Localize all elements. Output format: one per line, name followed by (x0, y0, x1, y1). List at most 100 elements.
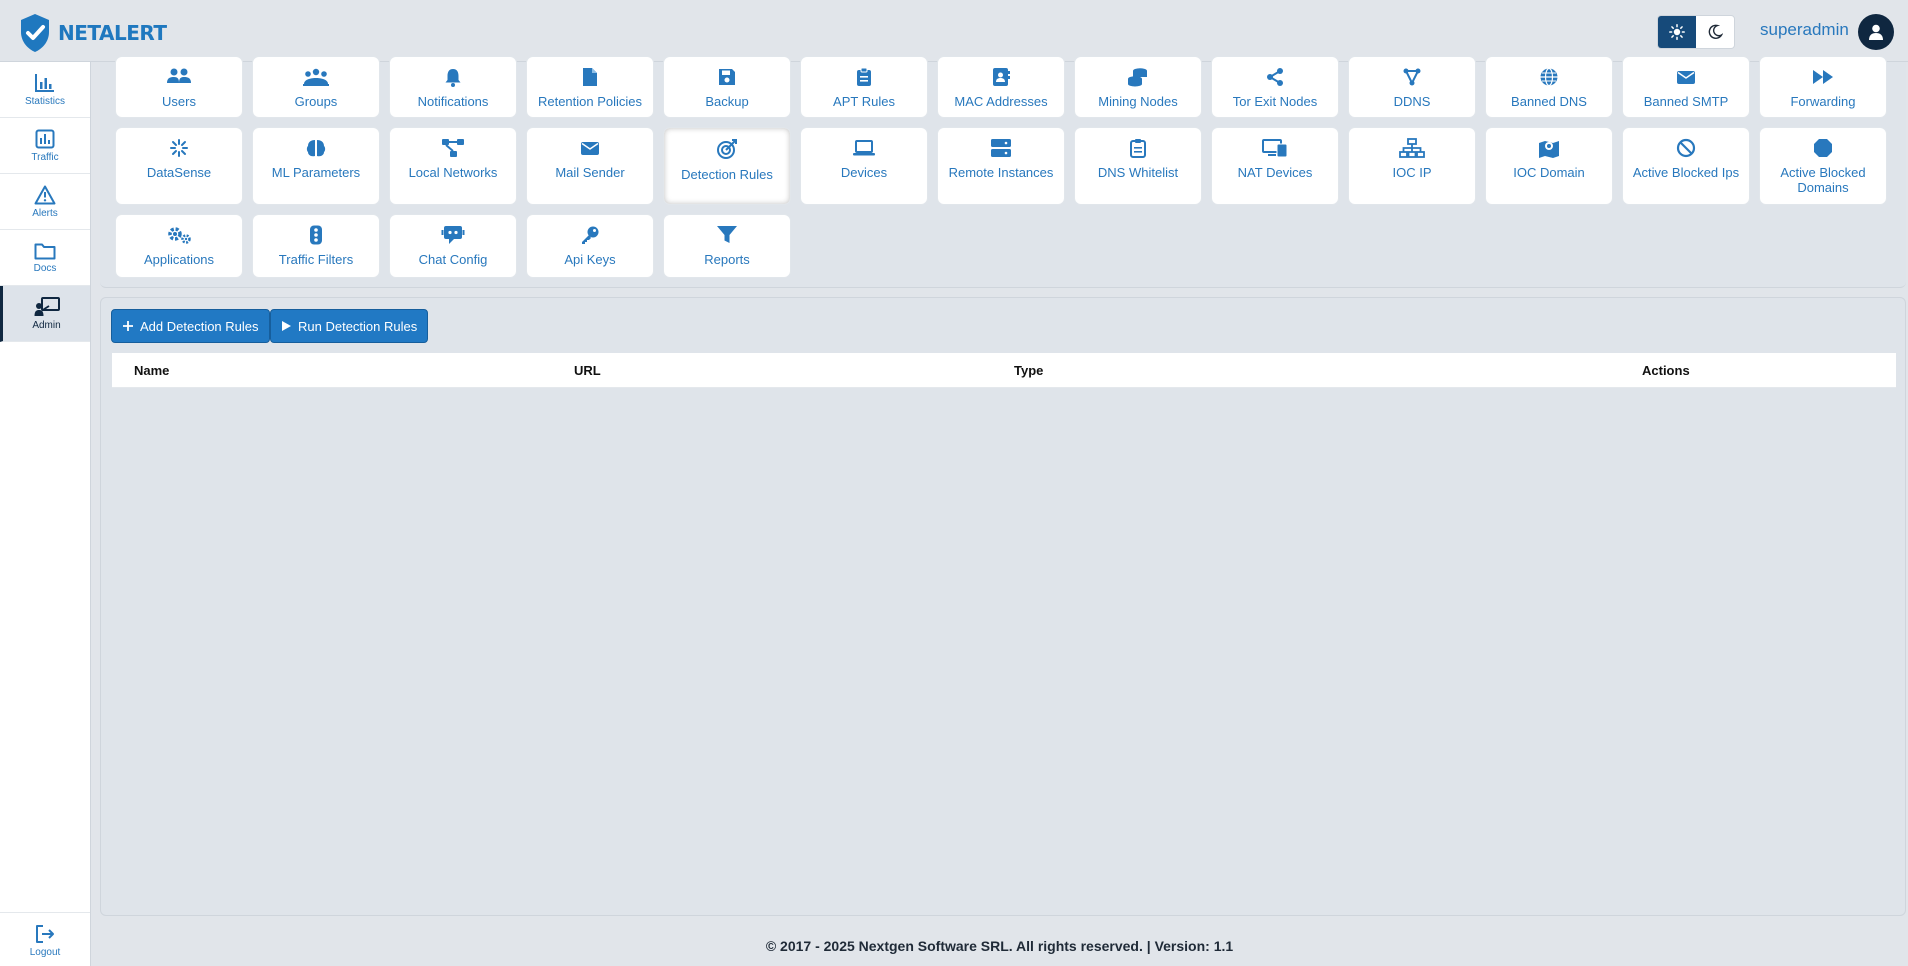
laptop-icon (853, 140, 875, 156)
map-location-icon (1539, 141, 1559, 158)
filter-icon (717, 226, 737, 243)
detection-rules-panel: Add Detection Rules Run Detection Rules … (100, 297, 1906, 916)
tile-remote-instances[interactable]: Remote Instances (937, 127, 1065, 205)
tile-reports[interactable]: Reports (663, 214, 791, 278)
plus-icon (123, 321, 133, 331)
tile-notifications[interactable]: Notifications (389, 56, 517, 118)
clipboard-icon (857, 67, 871, 86)
sidebar-item-label: Statistics (24, 95, 65, 107)
sidebar: Statistics Traffic Alerts Docs Admin Log… (0, 62, 91, 966)
desktop-mobile-icon (1262, 139, 1288, 158)
coins-icon (1128, 68, 1147, 87)
top-header: NETALERT superadmin (0, 0, 1908, 62)
share-nodes-icon (1267, 68, 1283, 86)
sidebar-item-traffic[interactable]: Traffic (0, 118, 90, 174)
tile-tor-exit-nodes[interactable]: Tor Exit Nodes (1211, 56, 1339, 118)
tile-groups[interactable]: Groups (252, 56, 380, 118)
logout-icon (36, 924, 54, 943)
file-icon (583, 68, 597, 86)
tile-apt-rules[interactable]: APT Rules (800, 56, 928, 118)
warning-icon (34, 185, 56, 204)
theme-toggle[interactable] (1657, 15, 1735, 49)
sidebar-item-statistics[interactable]: Statistics (0, 62, 90, 118)
tile-ml-parameters[interactable]: ML Parameters (252, 127, 380, 205)
tile-local-networks[interactable]: Local Networks (389, 127, 517, 205)
stop-octagon-icon (1814, 139, 1832, 157)
column-header-name[interactable]: Name (134, 363, 169, 378)
tile-banned-smtp[interactable]: Banned SMTP (1622, 56, 1750, 118)
tile-ioc-domain[interactable]: IOC Domain (1485, 127, 1613, 205)
run-detection-rules-button[interactable]: Run Detection Rules (270, 309, 429, 343)
user-avatar[interactable] (1858, 14, 1894, 50)
bell-icon (445, 69, 461, 87)
user-icon (1869, 24, 1883, 40)
tile-mail-sender[interactable]: Mail Sender (526, 127, 654, 205)
tile-datasense[interactable]: DataSense (115, 127, 243, 205)
tile-devices[interactable]: Devices (800, 127, 928, 205)
sun-icon (1669, 24, 1685, 40)
column-header-actions[interactable]: Actions (1642, 363, 1690, 378)
username-label[interactable]: superadmin (1760, 20, 1849, 40)
tile-detection-rules[interactable]: Detection Rules (663, 127, 791, 205)
floppy-disk-icon (719, 69, 735, 85)
logo-text: NETALERT (58, 21, 167, 45)
footer-copyright: © 2017 - 2025 Nextgen Software SRL. All … (765, 938, 1234, 954)
bullseye-arrow-icon (717, 139, 737, 159)
tile-ioc-ip[interactable]: IOC IP (1348, 127, 1476, 205)
light-theme-button[interactable] (1658, 16, 1696, 48)
sidebar-item-admin[interactable]: Admin (0, 286, 90, 342)
folder-icon (34, 243, 56, 259)
address-book-icon (993, 68, 1010, 86)
tile-mining-nodes[interactable]: Mining Nodes (1074, 56, 1202, 118)
tile-chat-config[interactable]: Chat Config (389, 214, 517, 278)
tile-active-blocked-ips[interactable]: Active Blocked Ips (1622, 127, 1750, 205)
envelope-icon (581, 142, 599, 155)
column-header-url[interactable]: URL (574, 363, 601, 378)
admin-presentation-icon (34, 296, 60, 316)
dark-theme-button[interactable] (1696, 16, 1734, 48)
play-icon (282, 321, 291, 331)
ban-icon (1676, 138, 1696, 158)
tile-dns-whitelist[interactable]: DNS Whitelist (1074, 127, 1202, 205)
vector-nodes-icon (1403, 68, 1421, 86)
sidebar-item-docs[interactable]: Docs (0, 230, 90, 286)
clipboard-check-icon (1130, 139, 1146, 158)
server-icon (991, 139, 1011, 157)
groups-icon (303, 68, 329, 86)
globe-icon (1540, 67, 1558, 87)
detection-rules-table-header: Name URL Type Actions (112, 353, 1896, 388)
sidebar-item-label: Admin (32, 319, 61, 331)
tile-api-keys[interactable]: Api Keys (526, 214, 654, 278)
sparkle-wand-icon (170, 139, 188, 157)
logout-label: Logout (29, 946, 61, 958)
moon-icon (1708, 24, 1723, 39)
network-wired-icon (1399, 138, 1425, 158)
chart-square-icon (35, 129, 55, 148)
gears-icon (168, 227, 191, 244)
tile-traffic-filters[interactable]: Traffic Filters (252, 214, 380, 278)
chart-bar-icon (35, 73, 54, 92)
shield-check-icon (21, 14, 49, 52)
brain-icon (306, 140, 326, 157)
tile-mac-addresses[interactable]: MAC Addresses (937, 56, 1065, 118)
tile-users[interactable]: Users (115, 56, 243, 118)
users-icon (167, 68, 191, 83)
sidebar-item-label: Alerts (32, 207, 58, 219)
tile-active-blocked-domains[interactable]: Active Blocked Domains (1759, 127, 1887, 205)
tile-nat-devices[interactable]: NAT Devices (1211, 127, 1339, 205)
tile-forwarding[interactable]: Forwarding (1759, 56, 1887, 118)
footer: © 2017 - 2025 Nextgen Software SRL. All … (91, 926, 1908, 966)
tile-retention-policies[interactable]: Retention Policies (526, 56, 654, 118)
sidebar-item-label: Docs (33, 262, 57, 274)
add-detection-rules-button[interactable]: Add Detection Rules (111, 309, 270, 343)
traffic-light-icon (310, 225, 322, 245)
logout-button[interactable]: Logout (0, 912, 90, 966)
column-header-type[interactable]: Type (1014, 363, 1043, 378)
tile-applications[interactable]: Applications (115, 214, 243, 278)
diagram-nodes-icon (442, 139, 464, 157)
tile-banned-dns[interactable]: Banned DNS (1485, 56, 1613, 118)
tile-backup[interactable]: Backup (663, 56, 791, 118)
sidebar-item-alerts[interactable]: Alerts (0, 174, 90, 230)
app-logo[interactable]: NETALERT (18, 13, 167, 53)
tile-ddns[interactable]: DDNS (1348, 56, 1476, 118)
